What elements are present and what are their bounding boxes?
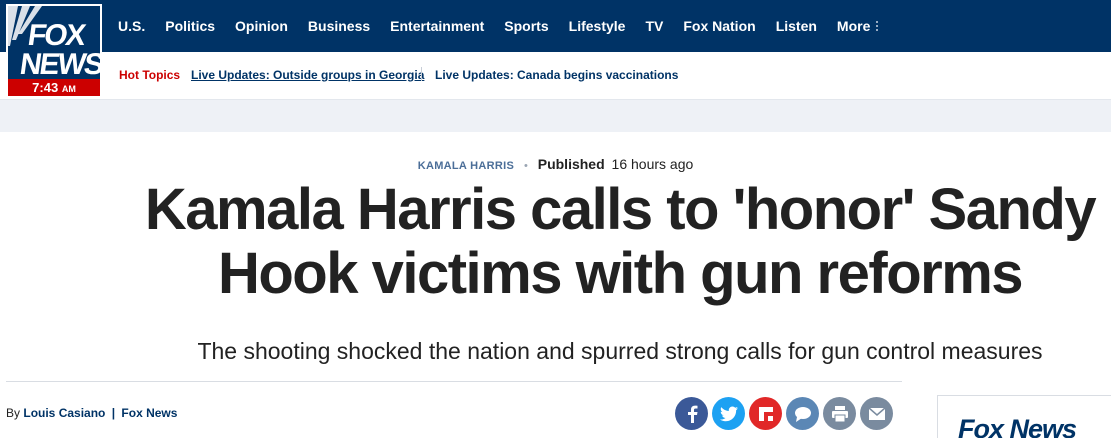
comments-icon bbox=[794, 406, 811, 422]
comments-button[interactable] bbox=[786, 397, 819, 430]
nav-item-politics[interactable]: Politics bbox=[165, 18, 215, 34]
main-nav: U.S. Politics Opinion Business Entertain… bbox=[118, 0, 899, 52]
article-eyebrow: KAMALA HARRIS • Published 16 hours ago bbox=[0, 156, 1111, 172]
article-headline: Kamala Harris calls to 'honor' Sandy Hoo… bbox=[144, 177, 1097, 306]
hot-topics-divider bbox=[421, 67, 422, 81]
flipboard-share-button[interactable] bbox=[749, 397, 782, 430]
sidebar-brand: Fox News bbox=[958, 414, 1077, 438]
share-bar bbox=[675, 397, 897, 430]
nav-more-button[interactable]: More bbox=[837, 18, 879, 34]
sidebar-fox-news-box[interactable]: Fox News bbox=[937, 395, 1111, 438]
nav-more-label: More bbox=[836, 18, 871, 34]
hot-topics-label: Hot Topics bbox=[119, 68, 181, 82]
nav-item-opinion[interactable]: Opinion bbox=[235, 18, 288, 34]
email-icon bbox=[868, 406, 885, 420]
email-button[interactable] bbox=[860, 397, 893, 430]
twitter-share-button[interactable] bbox=[712, 397, 745, 430]
author-link[interactable]: Louis Casiano bbox=[23, 406, 105, 420]
published-time: 16 hours ago bbox=[611, 156, 694, 172]
byline: By Louis Casiano | Fox News bbox=[6, 406, 177, 420]
top-nav-bar: U.S. Politics Opinion Business Entertain… bbox=[0, 0, 1111, 52]
fox-news-logo[interactable]: FOX NEWS 7:43 AM bbox=[6, 4, 102, 98]
byline-separator: | bbox=[111, 406, 116, 420]
more-dots-icon bbox=[876, 20, 879, 32]
nav-item-us[interactable]: U.S. bbox=[118, 18, 145, 34]
facebook-share-button[interactable] bbox=[675, 397, 708, 430]
hot-topic-link-georgia[interactable]: Live Updates: Outside groups in Georgia bbox=[191, 68, 424, 82]
nav-item-entertainment[interactable]: Entertainment bbox=[390, 18, 484, 34]
nav-item-listen[interactable]: Listen bbox=[776, 18, 817, 34]
nav-item-lifestyle[interactable]: Lifestyle bbox=[569, 18, 626, 34]
ad-band bbox=[0, 100, 1111, 132]
logo-time-badge: 7:43 AM bbox=[8, 79, 100, 96]
logo-ampm: AM bbox=[61, 84, 76, 94]
published-label: Published bbox=[537, 156, 605, 172]
print-button[interactable] bbox=[823, 397, 856, 430]
nav-item-business[interactable]: Business bbox=[308, 18, 370, 34]
logo-fox-text: FOX bbox=[25, 19, 87, 52]
hot-topic-link-canada[interactable]: Live Updates: Canada begins vaccinations bbox=[435, 68, 678, 82]
twitter-icon bbox=[719, 406, 738, 421]
nav-item-fox-nation[interactable]: Fox Nation bbox=[683, 18, 755, 34]
byline-source: Fox News bbox=[121, 406, 178, 420]
category-tag[interactable]: KAMALA HARRIS bbox=[418, 160, 514, 172]
logo-news-text: NEWS bbox=[17, 48, 102, 81]
flipboard-icon bbox=[758, 406, 773, 421]
print-icon bbox=[831, 405, 848, 422]
facebook-icon bbox=[687, 405, 697, 423]
eyebrow-dot: • bbox=[523, 160, 528, 172]
nav-item-sports[interactable]: Sports bbox=[504, 18, 548, 34]
nav-item-tv[interactable]: TV bbox=[645, 18, 663, 34]
article-subhead: The shooting shocked the nation and spur… bbox=[197, 338, 1043, 364]
byline-prefix: By bbox=[6, 406, 21, 420]
logo-time: 7:43 bbox=[32, 80, 59, 95]
hot-topics-bar: Hot Topics Live Updates: Outside groups … bbox=[0, 52, 1111, 100]
divider bbox=[6, 381, 902, 382]
